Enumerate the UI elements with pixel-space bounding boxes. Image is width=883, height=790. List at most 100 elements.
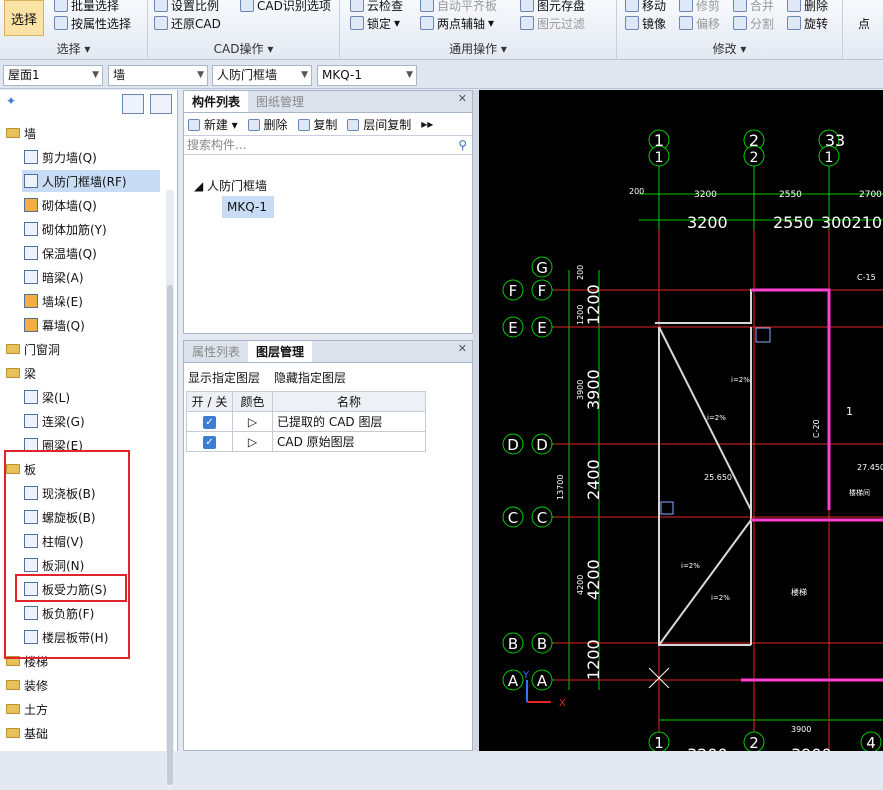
restore-cad-button[interactable]: 还原CAD [154, 14, 221, 32]
tree-folder-door[interactable]: 门窗洞 [6, 338, 60, 360]
set-scale-button[interactable]: 设置比例 [154, 0, 219, 14]
axis-label: G [536, 259, 548, 277]
checkbox[interactable]: ✓ [203, 436, 216, 449]
component-tabs: 构件列表 图纸管理 ✕ [184, 91, 472, 113]
lock-icon [350, 16, 364, 30]
tree-folder-decor[interactable]: 装修 [6, 674, 48, 696]
chevron-down-icon: ▼ [301, 70, 308, 80]
delete-button[interactable]: 删除 [787, 0, 828, 14]
tab-properties[interactable]: 属性列表 [184, 341, 248, 362]
component-select[interactable]: MKQ-1 ▼ [317, 65, 417, 86]
point-button[interactable]: 点 [858, 14, 870, 32]
dim-text: 2700 [859, 190, 882, 200]
two-point-axis-button[interactable]: 两点辅轴 ▾ [420, 14, 494, 32]
table-row[interactable]: ✓ ▷ CAD 原始图层 [186, 431, 426, 452]
lock-button[interactable]: 锁定 ▾ [350, 14, 400, 32]
show-layer-button[interactable]: 显示指定图层 [188, 369, 260, 386]
tree-item[interactable]: 保温墙(Q) [24, 242, 97, 264]
ucs-y-label: Y [522, 670, 530, 681]
tab-component-list[interactable]: 构件列表 [184, 91, 249, 112]
col-name: 名称 [272, 391, 426, 412]
dim-text: 200 [576, 265, 585, 280]
batch-select-icon [54, 0, 68, 12]
floor-copy-button[interactable]: 层间复制 [347, 116, 411, 133]
batch-select-button[interactable]: 批量选择 [54, 0, 119, 14]
link-beam-icon [24, 414, 38, 428]
list-view-icon[interactable] [122, 94, 144, 114]
comp-tree-child[interactable]: MKQ-1 [222, 196, 274, 218]
tree-folder-earth[interactable]: 土方 [6, 698, 48, 720]
annotation: C-20 [812, 419, 821, 438]
tree-folder-beam[interactable]: 梁 [6, 362, 36, 384]
new-button[interactable]: 新建 ▾ [188, 116, 238, 133]
merge-button[interactable]: 合并 [733, 0, 774, 14]
tree-item[interactable]: 梁(L) [24, 386, 70, 408]
close-icon[interactable]: ✕ [458, 342, 467, 355]
tab-drawing-manage[interactable]: 图纸管理 [248, 91, 312, 112]
close-icon[interactable]: ✕ [458, 92, 467, 105]
tree-folder-wall[interactable]: 墙 [6, 122, 36, 144]
axis-label: C [508, 509, 518, 527]
select-button[interactable]: 选择 [4, 0, 44, 36]
cloud-check-button[interactable]: 云检查 [350, 0, 403, 14]
annotation: 1 [846, 405, 853, 418]
tree-item[interactable]: 砌体墙(Q) [24, 194, 97, 216]
tree-item[interactable]: 砌体加筋(Y) [24, 218, 107, 240]
folder-icon [6, 704, 20, 714]
door-frame-wall-icon [24, 174, 38, 188]
pin-icon[interactable]: ✦ [6, 94, 16, 108]
detail-view-icon[interactable] [150, 94, 172, 114]
slab-outline [741, 288, 883, 682]
checkbox[interactable]: ✓ [203, 416, 216, 429]
split-button[interactable]: 分割 [733, 14, 774, 32]
type-select[interactable]: 人防门框墙 ▼ [212, 65, 312, 86]
annotation: 楼梯 [791, 587, 807, 597]
hide-layer-button[interactable]: 隐藏指定图层 [274, 369, 346, 386]
mirror-button[interactable]: 镜像 [625, 14, 666, 32]
cad-options-button[interactable]: CAD识别选项 [240, 0, 331, 14]
modify-group-label[interactable]: 修改 ▾ [617, 40, 842, 57]
tree-item[interactable]: 连梁(G) [24, 410, 85, 432]
filter-button[interactable]: 图元过滤 [520, 14, 585, 32]
tree-folder-foundation[interactable]: 基础 [6, 722, 48, 744]
attr-select-button[interactable]: 按属性选择 [54, 14, 131, 32]
more-icon[interactable]: ▸▸ [421, 117, 433, 131]
component-tree: ✦ 墙 剪力墙(Q) 人防门框墙(RF) 砌体墙(Q) 砌体加筋(Y) 保温墙(… [0, 90, 178, 790]
scroll-thumb[interactable] [167, 285, 173, 785]
cad-group-label[interactable]: CAD操作 ▾ [148, 40, 339, 57]
category-select[interactable]: 墙 ▼ [108, 65, 208, 86]
tree-item[interactable]: 暗梁(A) [24, 266, 84, 288]
dim-text: 2550 [773, 213, 814, 232]
restore-icon [154, 16, 168, 30]
floor-select[interactable]: 屋面1 ▼ [3, 65, 103, 86]
expand-icon[interactable]: ▷ [232, 411, 273, 432]
dim-text: 200 [629, 187, 644, 196]
tree-scrollbar[interactable] [166, 190, 174, 790]
tree-item[interactable]: 剪力墙(Q) [24, 146, 97, 168]
common-group-label[interactable]: 通用操作 ▾ [340, 40, 616, 57]
delete-comp-button[interactable]: 删除 [247, 116, 288, 133]
select-group-label[interactable]: 选择 ▾ [0, 40, 147, 57]
offset-button[interactable]: 偏移 [679, 14, 720, 32]
save-icon [520, 0, 534, 12]
auto-align-button[interactable]: 自动平齐板 [420, 0, 497, 14]
attr-select-icon [54, 16, 68, 30]
save-element-button[interactable]: 图元存盘 [520, 0, 585, 14]
cad-canvas[interactable]: 1 1 2 2 33 1 G F F E E D D C C B B A A 1… [479, 90, 883, 751]
table-row[interactable]: ✓ ▷ 已提取的 CAD 图层 [186, 411, 426, 432]
tree-item-selected[interactable]: 人防门框墙(RF) [22, 170, 160, 192]
annotation: i=2% [681, 562, 700, 570]
tree-item[interactable]: 墙垛(E) [24, 290, 83, 312]
annotation: i=2% [707, 414, 726, 422]
expand-icon[interactable]: ▷ [232, 431, 273, 452]
tree-item[interactable]: 幕墙(Q) [24, 314, 85, 336]
tab-layer-manage[interactable]: 图层管理 [248, 341, 313, 362]
trim-button[interactable]: 修剪 [679, 0, 720, 14]
rotate-button[interactable]: 旋转 [787, 14, 828, 32]
delete-icon [787, 0, 801, 12]
search-input[interactable]: 搜索构件... ⚲ [184, 135, 472, 155]
comp-tree-root[interactable]: ◢ 人防门框墙 [194, 177, 267, 194]
folder-icon [6, 368, 20, 378]
copy-button[interactable]: 复制 [297, 116, 337, 133]
move-button[interactable]: 移动 [625, 0, 666, 14]
